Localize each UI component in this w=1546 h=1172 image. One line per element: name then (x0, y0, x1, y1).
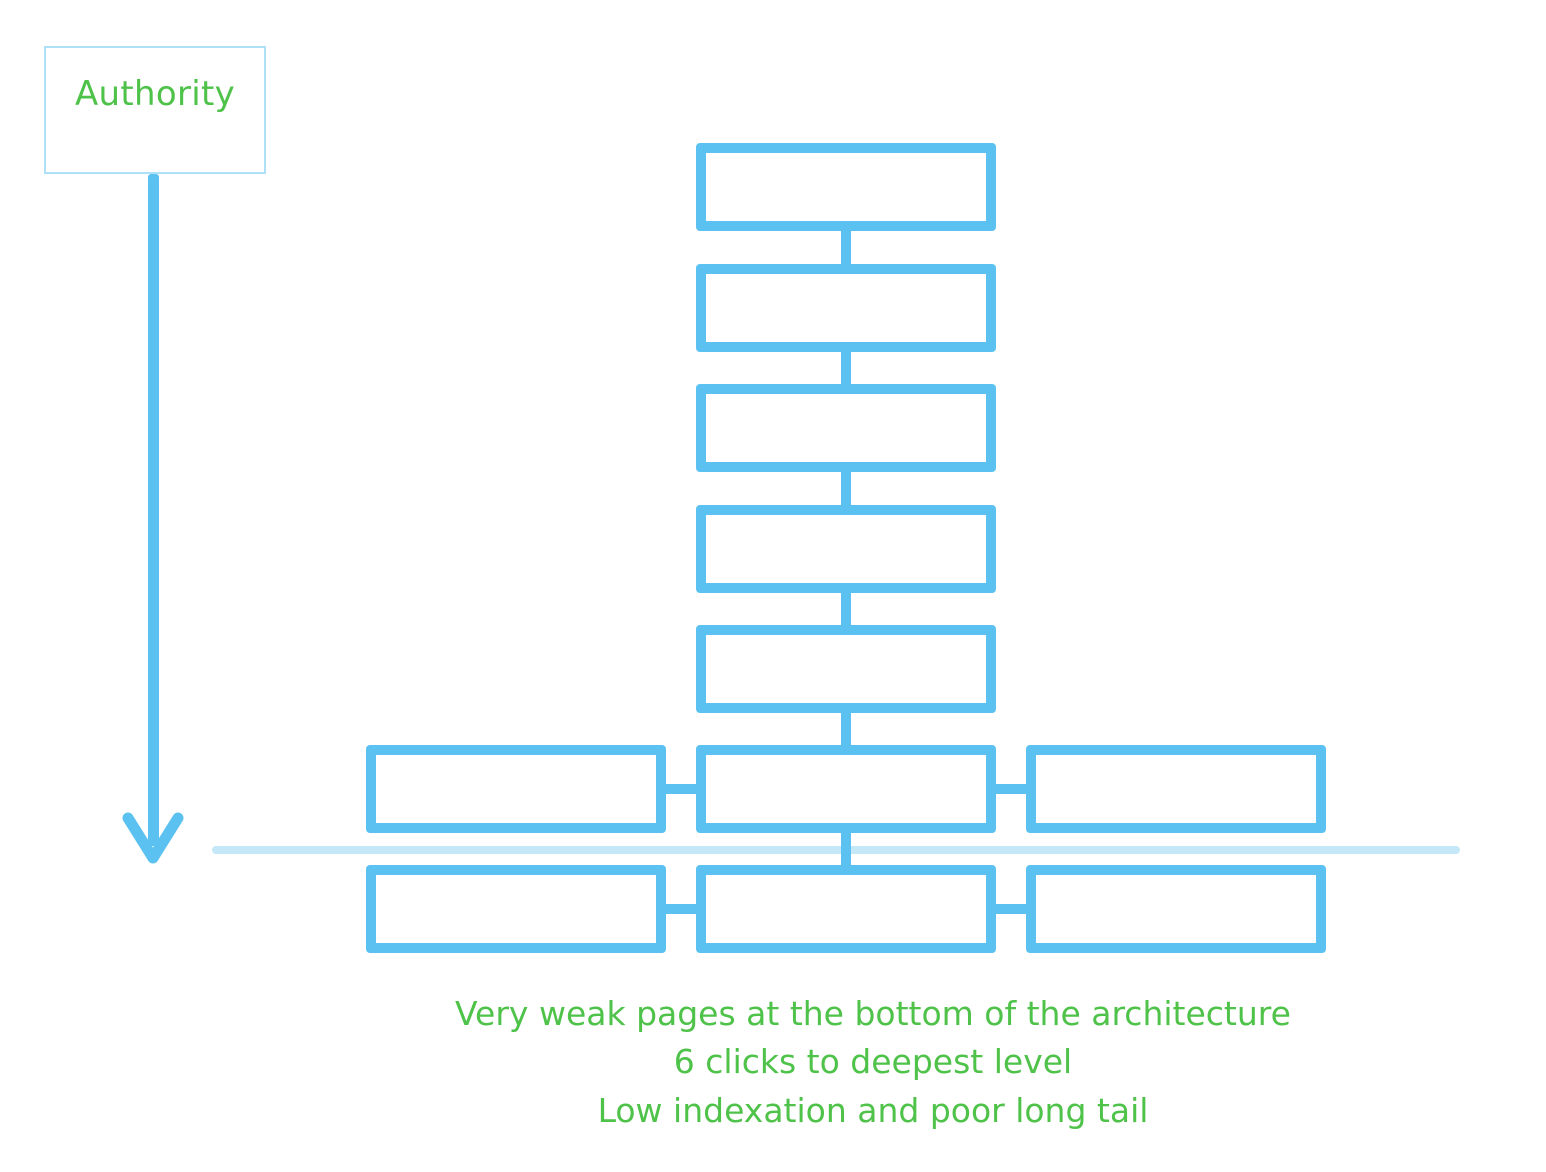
caption-line-1: Very weak pages at the bottom of the arc… (455, 994, 1291, 1033)
page-node-level-6-center (696, 745, 996, 833)
node-connector (841, 350, 851, 386)
crawl-cutoff-line (212, 846, 1460, 854)
authority-box: Authority (44, 46, 266, 174)
node-connector (994, 784, 1028, 794)
page-node-level-3 (696, 384, 996, 472)
page-node-level-6-right (1026, 745, 1326, 833)
authority-arrow-shaft (148, 174, 159, 846)
page-node-level-7-center (696, 865, 996, 953)
caption-line-3: Low indexation and poor long tail (597, 1091, 1149, 1130)
page-node-level-5 (696, 625, 996, 713)
page-node-level-4 (696, 505, 996, 593)
node-connector (664, 904, 698, 914)
page-node-level-1 (696, 143, 996, 231)
node-connector (841, 230, 851, 266)
node-connector (841, 831, 851, 867)
caption-line-2: 6 clicks to deepest level (673, 1042, 1073, 1081)
node-connector (841, 470, 851, 506)
page-node-level-6-left (366, 745, 666, 833)
page-node-level-7-left (366, 865, 666, 953)
page-node-level-7-right (1026, 865, 1326, 953)
node-connector (841, 711, 851, 747)
node-connector (994, 904, 1028, 914)
node-connector (664, 784, 698, 794)
arrow-down-icon (122, 812, 184, 864)
page-node-level-2 (696, 264, 996, 352)
node-connector (841, 591, 851, 627)
authority-label: Authority (74, 74, 236, 114)
